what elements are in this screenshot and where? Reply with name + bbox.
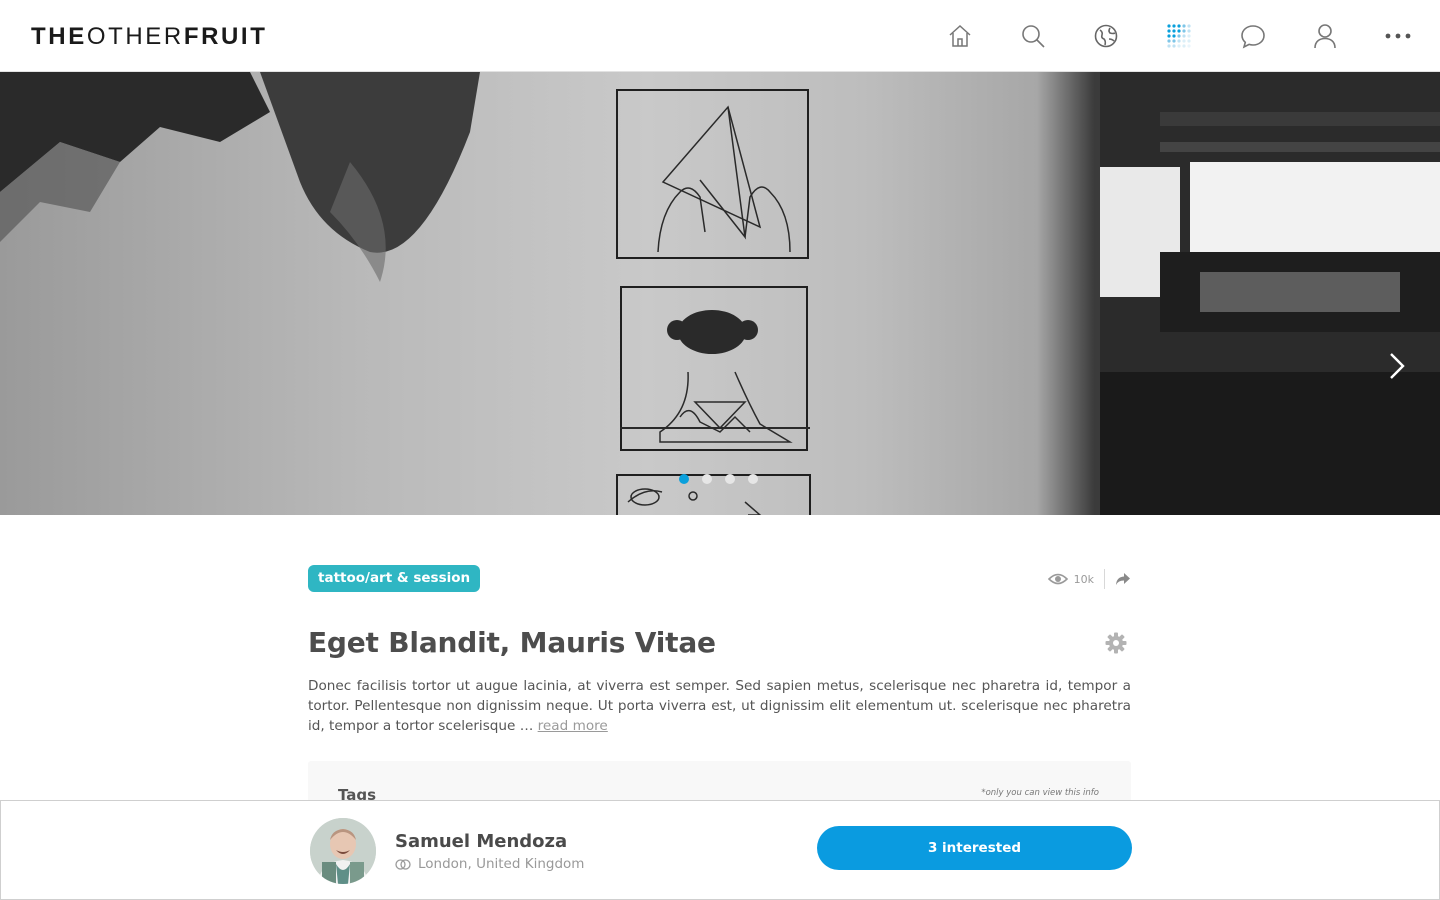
- carousel-dot-1[interactable]: [679, 474, 689, 484]
- category-badge[interactable]: tattoo/art & session: [308, 565, 481, 592]
- more-icon[interactable]: [1384, 22, 1412, 50]
- chevron-right-icon: [1390, 353, 1405, 379]
- gear-icon: [1105, 632, 1127, 654]
- post-title: Eget Blandit, Mauris Vitae: [308, 626, 716, 659]
- share-icon[interactable]: [1115, 572, 1131, 586]
- author-name[interactable]: Samuel Mendoza: [395, 831, 567, 852]
- carousel-dot-3[interactable]: [725, 474, 735, 484]
- search-icon[interactable]: [1019, 22, 1047, 50]
- app-logo[interactable]: THEOTHERFRUIT: [31, 24, 267, 50]
- grid-dots-icon[interactable]: [1165, 22, 1193, 50]
- author-location: London, United Kingdom: [395, 856, 584, 872]
- post-description: Donec facilisis tortor ut augue lacinia,…: [308, 676, 1131, 736]
- top-header: THEOTHERFRUIT: [0, 0, 1440, 72]
- logo-part-fruit: FRUIT: [183, 23, 268, 50]
- globe-icon[interactable]: [1092, 22, 1120, 50]
- carousel-next-button[interactable]: [1380, 344, 1414, 388]
- read-more-link[interactable]: read more: [538, 718, 608, 734]
- carousel-dot-4[interactable]: [748, 474, 758, 484]
- author-avatar[interactable]: [310, 818, 376, 884]
- hero-image: [0, 72, 1440, 515]
- post-description-text: Donec facilisis tortor ut augue lacinia,…: [308, 678, 1131, 734]
- interested-button[interactable]: 3 interested: [817, 826, 1132, 870]
- eye-icon: [1047, 573, 1068, 585]
- logo-part-the: THE: [31, 23, 87, 50]
- author-location-text: London, United Kingdom: [418, 856, 585, 872]
- post-stats: 10k: [1047, 569, 1131, 589]
- settings-button[interactable]: [1105, 632, 1127, 658]
- home-icon[interactable]: [946, 22, 974, 50]
- location-rings-icon: [395, 858, 411, 870]
- author-bar: Samuel Mendoza London, United Kingdom 3 …: [0, 800, 1440, 900]
- chat-icon[interactable]: [1239, 22, 1267, 50]
- user-icon[interactable]: [1311, 22, 1339, 50]
- logo-part-other: OTHER: [86, 23, 184, 50]
- views-count: 10k: [1073, 572, 1094, 586]
- carousel-pagination: [679, 474, 758, 484]
- carousel-dot-2[interactable]: [702, 474, 712, 484]
- tags-privacy-note: *only you can view this info: [981, 788, 1099, 798]
- avatar-photo: [310, 818, 376, 884]
- stats-divider: [1104, 569, 1105, 589]
- hero-carousel[interactable]: [0, 72, 1440, 515]
